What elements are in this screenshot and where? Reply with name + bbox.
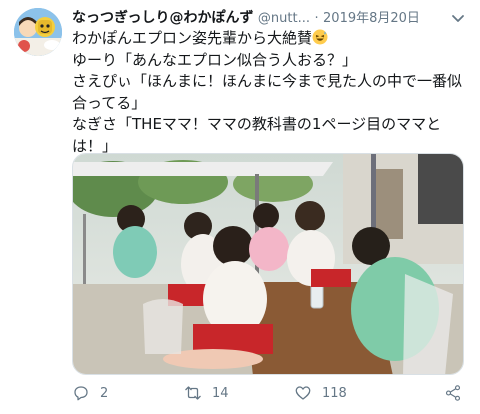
video-scene-image: [73, 154, 463, 374]
tweet-line-1-text: わかぽんエプロン姿先輩から大絶賛: [72, 29, 313, 47]
retweet-icon: [185, 386, 201, 400]
heart-icon: [295, 386, 311, 400]
retweet-count: 14: [212, 385, 229, 401]
tweet-actions: 2 14 118: [72, 380, 467, 406]
tweet-card[interactable]: なっつぎっしり@わかぽんず @nutt... · 2019年8月20日 わかぽん…: [0, 0, 480, 414]
avatar-illustration: [14, 8, 62, 56]
tweet-header: なっつぎっしり@わかぽんず @nutt... · 2019年8月20日: [72, 7, 467, 29]
retweet-button[interactable]: 14: [184, 380, 229, 406]
author-avatar[interactable]: [14, 8, 62, 56]
share-icon: [445, 385, 461, 401]
share-button[interactable]: [444, 380, 462, 406]
tweet-line-2: ゆーり「あんなエプロン似合う人おる？」: [72, 50, 358, 69]
laughing-sweat-emoji-icon: [312, 29, 328, 45]
separator-dot: ·: [314, 11, 319, 26]
tweet-video-thumbnail[interactable]: [72, 153, 464, 375]
reply-button[interactable]: 2: [72, 380, 108, 406]
tweet-text: わかぽんエプロン姿先輩から大絶賛 ゆーり「あんなエプロン似合う人おる？」 さえぴ…: [72, 28, 464, 157]
like-button[interactable]: 118: [294, 380, 347, 406]
author-name[interactable]: なっつぎっしり@わかぽんず: [72, 10, 253, 26]
like-count: 118: [322, 385, 347, 401]
tweet-line-4: なぎさ「THEママ！ママの教科書の1ページ目のママとは！」: [72, 115, 442, 155]
tweet-line-3: さえぴぃ「ほんまに！ほんまに今まで見た人の中で一番似合ってる」: [72, 72, 463, 112]
author-handle[interactable]: @nutt...: [258, 11, 310, 26]
reply-count: 2: [100, 385, 109, 401]
chevron-down-icon[interactable]: [450, 10, 466, 26]
tweet-line-1: わかぽんエプロン姿先輩から大絶賛: [72, 28, 464, 50]
tweet-date[interactable]: 2019年8月20日: [323, 11, 420, 26]
reply-icon: [74, 386, 88, 401]
